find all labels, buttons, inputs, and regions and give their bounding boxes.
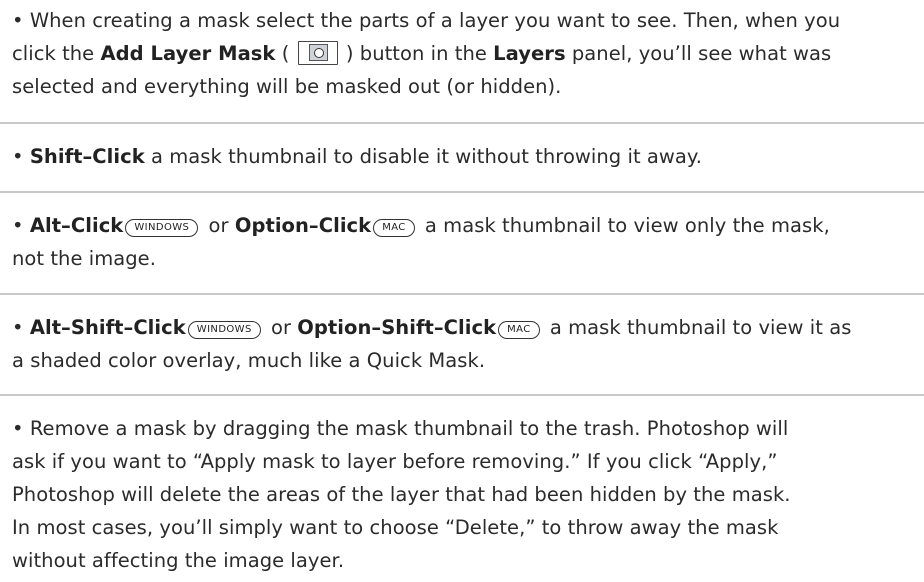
tip-item: • Alt–Shift–Click WINDOWS or Option–Shift…	[0, 311, 924, 377]
platform-badge: MAC	[498, 321, 540, 339]
tip-line: not the image.	[0, 242, 924, 275]
divider	[0, 293, 924, 295]
bullet-icon: •	[12, 417, 24, 440]
mask-circle-icon	[308, 44, 328, 61]
shortcut-label: Option–Shift–Click	[297, 316, 497, 339]
tip-text: not the image.	[12, 247, 156, 270]
tip-item: • Shift–Click a mask thumbnail to disabl…	[0, 140, 924, 173]
tip-text: a mask thumbnail to view only the mask,	[418, 214, 830, 237]
tip-line: • Alt–Shift–Click WINDOWS or Option–Shift…	[0, 311, 924, 344]
tip-text: panel, you’ll see what was	[565, 42, 832, 65]
tip-text: ) button in the	[339, 42, 494, 65]
tip-line: click the Add Layer Mask ( ) button in t…	[0, 37, 924, 70]
tip-line: • Alt–Click WINDOWS or Option–Click MAC a …	[0, 209, 924, 242]
platform-badge: WINDOWS	[125, 219, 199, 237]
tip-line: a shaded color overlay, much like a Quic…	[0, 344, 924, 377]
tip-item: • Alt–Click WINDOWS or Option–Click MAC a …	[0, 209, 924, 275]
tip-text: or	[264, 316, 298, 339]
tip-text: without affecting the image layer.	[12, 549, 345, 572]
shortcut-label: Alt–Shift–Click	[29, 316, 186, 339]
tip-line: In most cases, you’ll simply want to cho…	[0, 511, 924, 544]
tip-line: Photoshop will delete the areas of the l…	[0, 478, 924, 511]
tip-text: In most cases, you’ll simply want to cho…	[12, 516, 779, 539]
tip-text: click the	[12, 42, 101, 65]
tip-text: Photoshop will delete the areas of the l…	[12, 483, 791, 506]
tip-text: a mask thumbnail to view it as	[543, 316, 852, 339]
shortcut-label: Add Layer Mask	[100, 42, 276, 65]
tip-line: • Shift–Click a mask thumbnail to disabl…	[0, 140, 924, 173]
tip-line: ask if you want to “Apply mask to layer …	[0, 445, 924, 478]
tip-text: a mask thumbnail to disable it without t…	[144, 145, 702, 168]
shortcut-label: Shift–Click	[29, 145, 145, 168]
tip-text: a shaded color overlay, much like a Quic…	[12, 349, 486, 372]
tip-text: (	[275, 42, 296, 65]
bullet-icon: •	[12, 9, 24, 32]
divider	[0, 191, 924, 193]
shortcut-label: Alt–Click	[29, 214, 124, 237]
tip-line: • When creating a mask select the parts …	[0, 4, 924, 37]
bullet-icon: •	[12, 214, 24, 237]
tip-text: Remove a mask by dragging the mask thumb…	[29, 417, 789, 440]
platform-badge: WINDOWS	[187, 321, 261, 339]
tip-line: • Remove a mask by dragging the mask thu…	[0, 412, 924, 445]
divider	[0, 394, 924, 396]
tip-item: • When creating a mask select the parts …	[0, 4, 924, 103]
tip-text: or	[202, 214, 235, 237]
divider	[0, 122, 924, 124]
bullet-icon: •	[12, 316, 24, 339]
tips-list: • When creating a mask select the parts …	[0, 0, 924, 582]
shortcut-label: Layers	[493, 42, 566, 65]
shortcut-label: Option–Click	[234, 214, 372, 237]
add-layer-mask-icon	[297, 41, 338, 65]
tip-line: without affecting the image layer.	[0, 544, 924, 577]
tip-text: selected and everything will be masked o…	[12, 75, 562, 98]
tip-item: • Remove a mask by dragging the mask thu…	[0, 412, 924, 577]
bullet-icon: •	[12, 145, 24, 168]
tip-text: When creating a mask select the parts of…	[29, 9, 841, 32]
tip-line: selected and everything will be masked o…	[0, 70, 924, 103]
platform-badge: MAC	[373, 219, 415, 237]
tip-text: ask if you want to “Apply mask to layer …	[12, 450, 778, 473]
